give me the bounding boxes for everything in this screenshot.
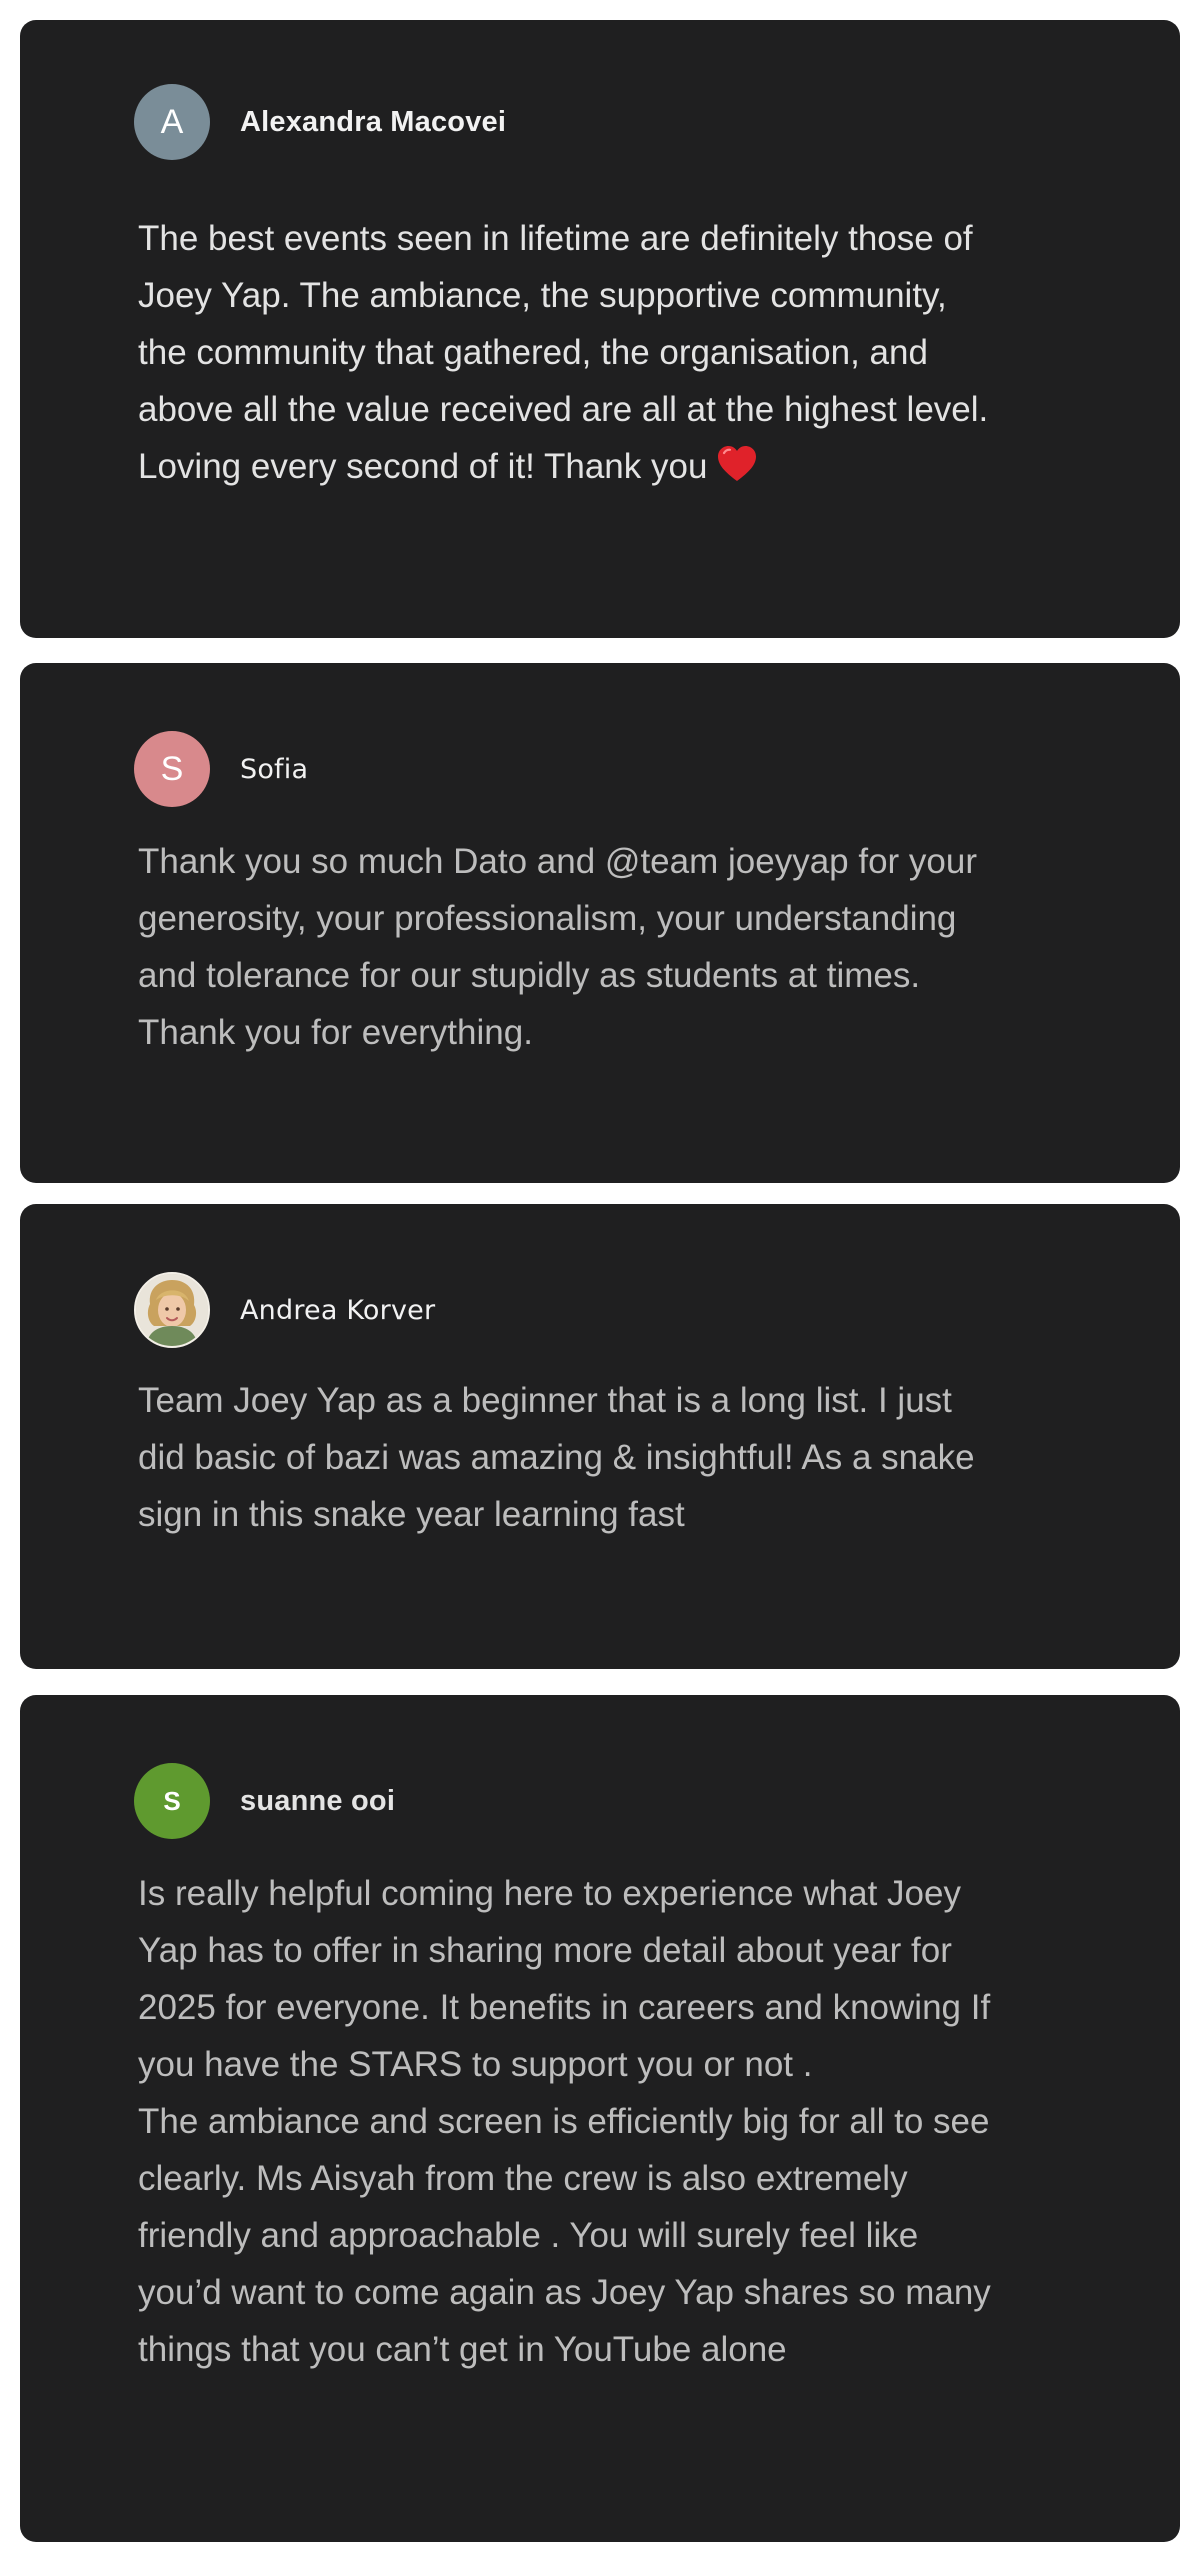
reviewer-name: Andrea Korver (240, 1294, 436, 1326)
review-header: S Sofia (134, 731, 308, 807)
avatar: A (134, 84, 210, 160)
reviewer-name: suanne ooi (240, 1784, 396, 1817)
avatar (134, 1272, 210, 1348)
review-text: Is really helpful coming here to experie… (138, 1874, 991, 2369)
review-header: S suanne ooi (134, 1763, 395, 1839)
review-card: S suanne ooi Is really helpful coming he… (20, 1695, 1180, 2542)
profile-photo-icon (136, 1274, 208, 1346)
reviewer-name: Sofia (240, 753, 309, 785)
avatar: S (134, 1763, 210, 1839)
review-text: The best events seen in lifetime are def… (138, 219, 989, 486)
review-text: Team Joey Yap as a beginner that is a lo… (138, 1381, 975, 1534)
reviewer-name: Alexandra Macovei (240, 105, 507, 138)
heart-icon (718, 446, 757, 481)
review-text: Thank you so much Dato and @team joeyyap… (138, 842, 978, 1052)
review-card: A Alexandra Macovei The best events seen… (20, 20, 1180, 638)
review-card: Andrea Korver Team Joey Yap as a beginne… (20, 1204, 1180, 1669)
review-header: A Alexandra Macovei (134, 84, 506, 160)
avatar-letter: A (160, 103, 184, 141)
review-header: Andrea Korver (134, 1272, 435, 1348)
review-card: S Sofia Thank you so much Dato and @team… (20, 663, 1180, 1183)
avatar-letter: S (163, 1786, 181, 1816)
review-text-block: The best events seen in lifetime are def… (138, 210, 1098, 495)
avatar-letter: S (160, 750, 184, 788)
avatar: S (134, 731, 210, 807)
